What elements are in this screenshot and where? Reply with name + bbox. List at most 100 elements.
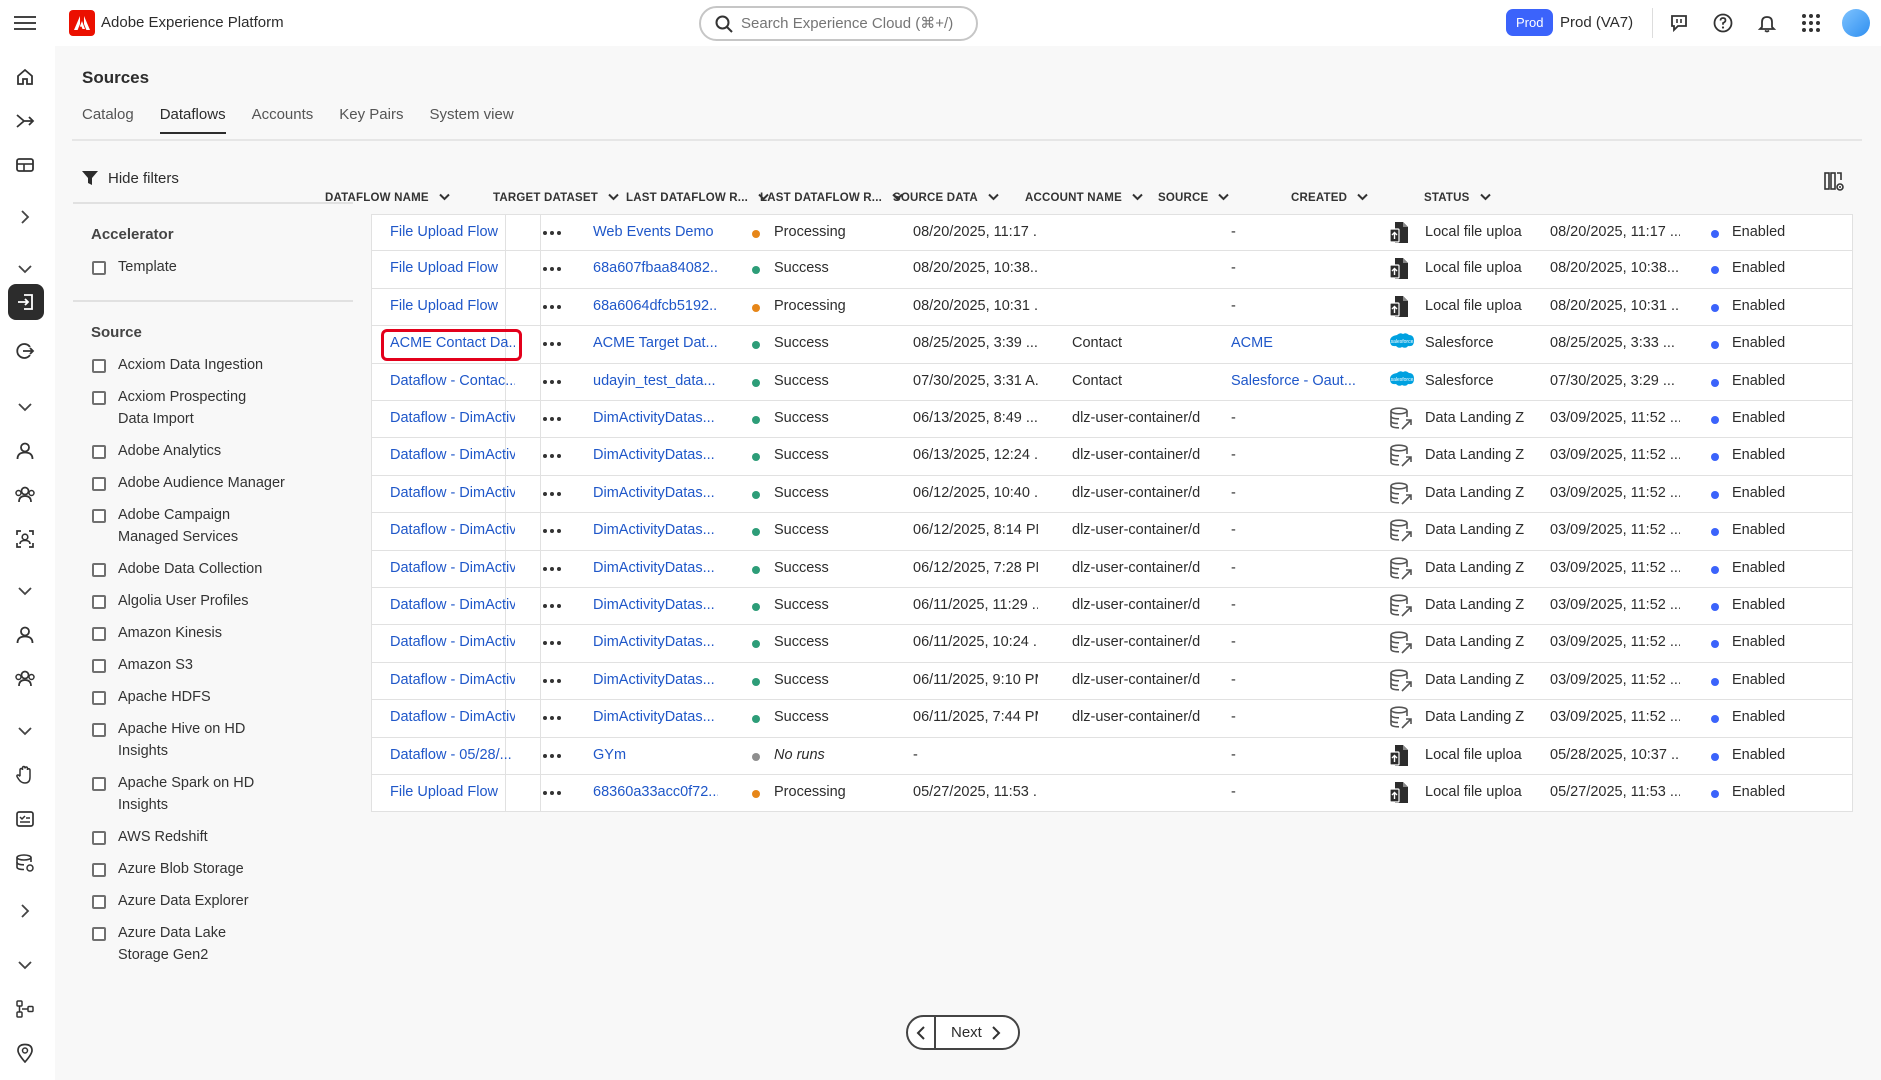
search-box[interactable] xyxy=(699,6,978,41)
checkbox[interactable] xyxy=(92,895,106,909)
column-header[interactable]: SOURCE DATA xyxy=(893,192,999,204)
tab-accounts[interactable]: Accounts xyxy=(252,106,314,134)
sort-chevron-down-icon[interactable] xyxy=(1218,192,1230,204)
target-dataset-link[interactable]: 68360a33acc0f72... xyxy=(593,784,718,800)
sort-chevron-down-icon[interactable] xyxy=(988,192,999,204)
target-dataset-link[interactable]: DimActivityDatas... xyxy=(593,672,718,688)
dataflow-name-link[interactable]: File Upload Flow xyxy=(390,298,515,314)
table-row[interactable]: Dataflow - 05/28/... GYm No runs - - Local fi… xyxy=(371,737,1853,775)
dataflow-name-link[interactable]: Dataflow - DimActivi xyxy=(390,634,515,650)
dataflow-name-link[interactable]: Dataflow - DimActivi xyxy=(390,485,515,501)
more-actions-icon[interactable] xyxy=(543,604,561,608)
checkbox[interactable] xyxy=(92,359,106,373)
target-dataset-link[interactable]: DimActivityDatas... xyxy=(593,597,718,613)
dataflow-name-link[interactable]: Dataflow - DimActivi xyxy=(390,447,515,463)
source-filter-option[interactable]: Azure Data Lake Storage Gen2 xyxy=(92,925,353,966)
table-row[interactable]: File Upload Flow Web Events Demo Processin… xyxy=(371,214,1853,253)
target-dataset-link[interactable]: 68a6064dfcb5192... xyxy=(593,298,718,314)
source-filter-option[interactable]: Algolia User Profiles xyxy=(92,593,353,612)
more-actions-icon[interactable] xyxy=(543,678,561,683)
source-filter-option[interactable]: AWS Redshift xyxy=(92,829,353,848)
target-dataset-link[interactable]: DimActivityDatas... xyxy=(593,709,718,725)
target-dataset-link[interactable]: DimActivityDatas... xyxy=(593,447,718,463)
dataflow-name-link[interactable]: Dataflow - 05/28/... xyxy=(390,747,515,763)
source-filter-option[interactable]: Acxiom Data Ingestion xyxy=(92,357,353,376)
target-dataset-link[interactable]: 68a607fbaa84082... xyxy=(593,260,718,276)
checkbox[interactable] xyxy=(92,777,106,791)
more-actions-icon[interactable] xyxy=(543,529,561,534)
source-filter-option[interactable]: Amazon S3 xyxy=(92,657,353,676)
table-row[interactable]: Dataflow - DimActivi DimActivityDatas... S… xyxy=(371,550,1853,588)
dataflow-name-link[interactable]: File Upload Flow xyxy=(390,224,515,240)
more-actions-icon[interactable] xyxy=(543,491,561,496)
segments-icon[interactable] xyxy=(12,666,38,692)
source-filter-option[interactable]: Adobe Analytics xyxy=(92,443,353,462)
dataflow-name-link[interactable]: File Upload Flow xyxy=(390,260,515,276)
more-actions-icon[interactable] xyxy=(543,791,561,795)
profile-icon[interactable] xyxy=(12,438,38,464)
checkbox[interactable] xyxy=(92,477,106,491)
column-settings-icon[interactable] xyxy=(1823,171,1845,198)
table-row[interactable]: File Upload Flow 68360a33acc0f72... Proces… xyxy=(371,775,1853,813)
hide-filters-button[interactable]: Hide filters xyxy=(81,169,179,187)
help-icon[interactable] xyxy=(1711,11,1735,35)
more-actions-icon[interactable] xyxy=(543,753,561,758)
target-dataset-link[interactable]: DimActivityDatas... xyxy=(593,634,718,650)
workflows-icon[interactable] xyxy=(12,108,38,134)
more-actions-icon[interactable] xyxy=(543,454,561,459)
column-header[interactable]: TARGET DATASET xyxy=(493,192,619,204)
target-dataset-link[interactable]: DimActivityDatas... xyxy=(593,485,718,501)
source-filter-option[interactable]: Adobe Campaign Managed Services xyxy=(92,507,353,548)
source-filter-option[interactable]: Apache HDFS xyxy=(92,689,353,708)
collapse-chevron-down-icon[interactable] xyxy=(12,394,38,420)
checkbox[interactable] xyxy=(92,691,106,705)
previous-page-button[interactable] xyxy=(908,1017,936,1048)
sort-chevron-down-icon[interactable] xyxy=(1132,192,1143,204)
target-dataset-link[interactable]: DimActivityDatas... xyxy=(593,522,718,538)
table-row[interactable]: Dataflow - DimActivi DimActivityDatas... S… xyxy=(371,438,1853,476)
column-header[interactable]: LAST DATAFLOW R... xyxy=(760,192,903,204)
destinations-icon[interactable] xyxy=(12,338,38,364)
checkbox[interactable] xyxy=(92,627,106,641)
audiences-icon[interactable] xyxy=(12,482,38,508)
tab-system-view[interactable]: System view xyxy=(429,106,513,134)
sources-icon[interactable] xyxy=(8,284,44,320)
more-actions-icon[interactable] xyxy=(543,379,561,384)
checkbox[interactable] xyxy=(92,659,106,673)
table-row[interactable]: File Upload Flow 68a6064dfcb5192... Proces… xyxy=(371,288,1853,327)
account-name[interactable]: Salesforce - Oaut... xyxy=(1231,373,1356,389)
more-actions-icon[interactable] xyxy=(543,231,561,235)
target-dataset-link[interactable]: DimActivityDatas... xyxy=(593,560,718,576)
sandbox-switcher[interactable]: Prod (VA7) xyxy=(1560,14,1633,31)
identities-icon[interactable] xyxy=(12,526,38,552)
checkbox[interactable] xyxy=(92,509,106,523)
source-filter-option[interactable]: Amazon Kinesis xyxy=(92,625,353,644)
target-dataset-link[interactable]: GYm xyxy=(593,747,718,763)
user-avatar[interactable] xyxy=(1842,9,1870,37)
sort-chevron-down-icon[interactable] xyxy=(1479,192,1491,204)
target-dataset-link[interactable]: Web Events Demo xyxy=(593,224,718,240)
source-filter-option[interactable]: Acxiom Prospecting Data Import xyxy=(92,389,353,430)
checkbox[interactable] xyxy=(92,563,106,577)
column-header[interactable]: DATAFLOW NAME xyxy=(325,192,450,204)
source-filter-option[interactable]: Azure Blob Storage xyxy=(92,861,353,880)
table-row[interactable]: ACME Contact Da... ACME Target Dat... Succ… xyxy=(371,326,1853,364)
more-actions-icon[interactable] xyxy=(543,304,561,309)
app-title[interactable]: Adobe Experience Platform xyxy=(101,14,284,31)
column-header[interactable]: SOURCE xyxy=(1158,192,1230,204)
more-actions-icon[interactable] xyxy=(543,417,561,421)
collapse-chevron-down-icon[interactable] xyxy=(12,952,38,978)
source-filter-option[interactable]: Azure Data Explorer xyxy=(92,893,353,912)
hamburger-menu-icon[interactable] xyxy=(14,12,36,34)
table-row[interactable]: Dataflow - DimActivi DimActivityDatas... S… xyxy=(371,588,1853,626)
more-actions-icon[interactable] xyxy=(543,267,561,272)
accelerator-filter-option[interactable]: Template xyxy=(92,259,353,278)
dashboards-icon[interactable] xyxy=(12,152,38,178)
account-name[interactable]: ACME xyxy=(1231,335,1356,351)
table-row[interactable]: Dataflow - DimActivi DimActivityDatas... S… xyxy=(371,700,1853,738)
sort-chevron-down-icon[interactable] xyxy=(439,192,450,204)
dataflow-name-link[interactable]: Dataflow - Contac... xyxy=(390,373,515,389)
column-header[interactable]: STATUS xyxy=(1424,192,1491,204)
checkbox[interactable] xyxy=(92,831,106,845)
more-actions-icon[interactable] xyxy=(543,716,561,721)
